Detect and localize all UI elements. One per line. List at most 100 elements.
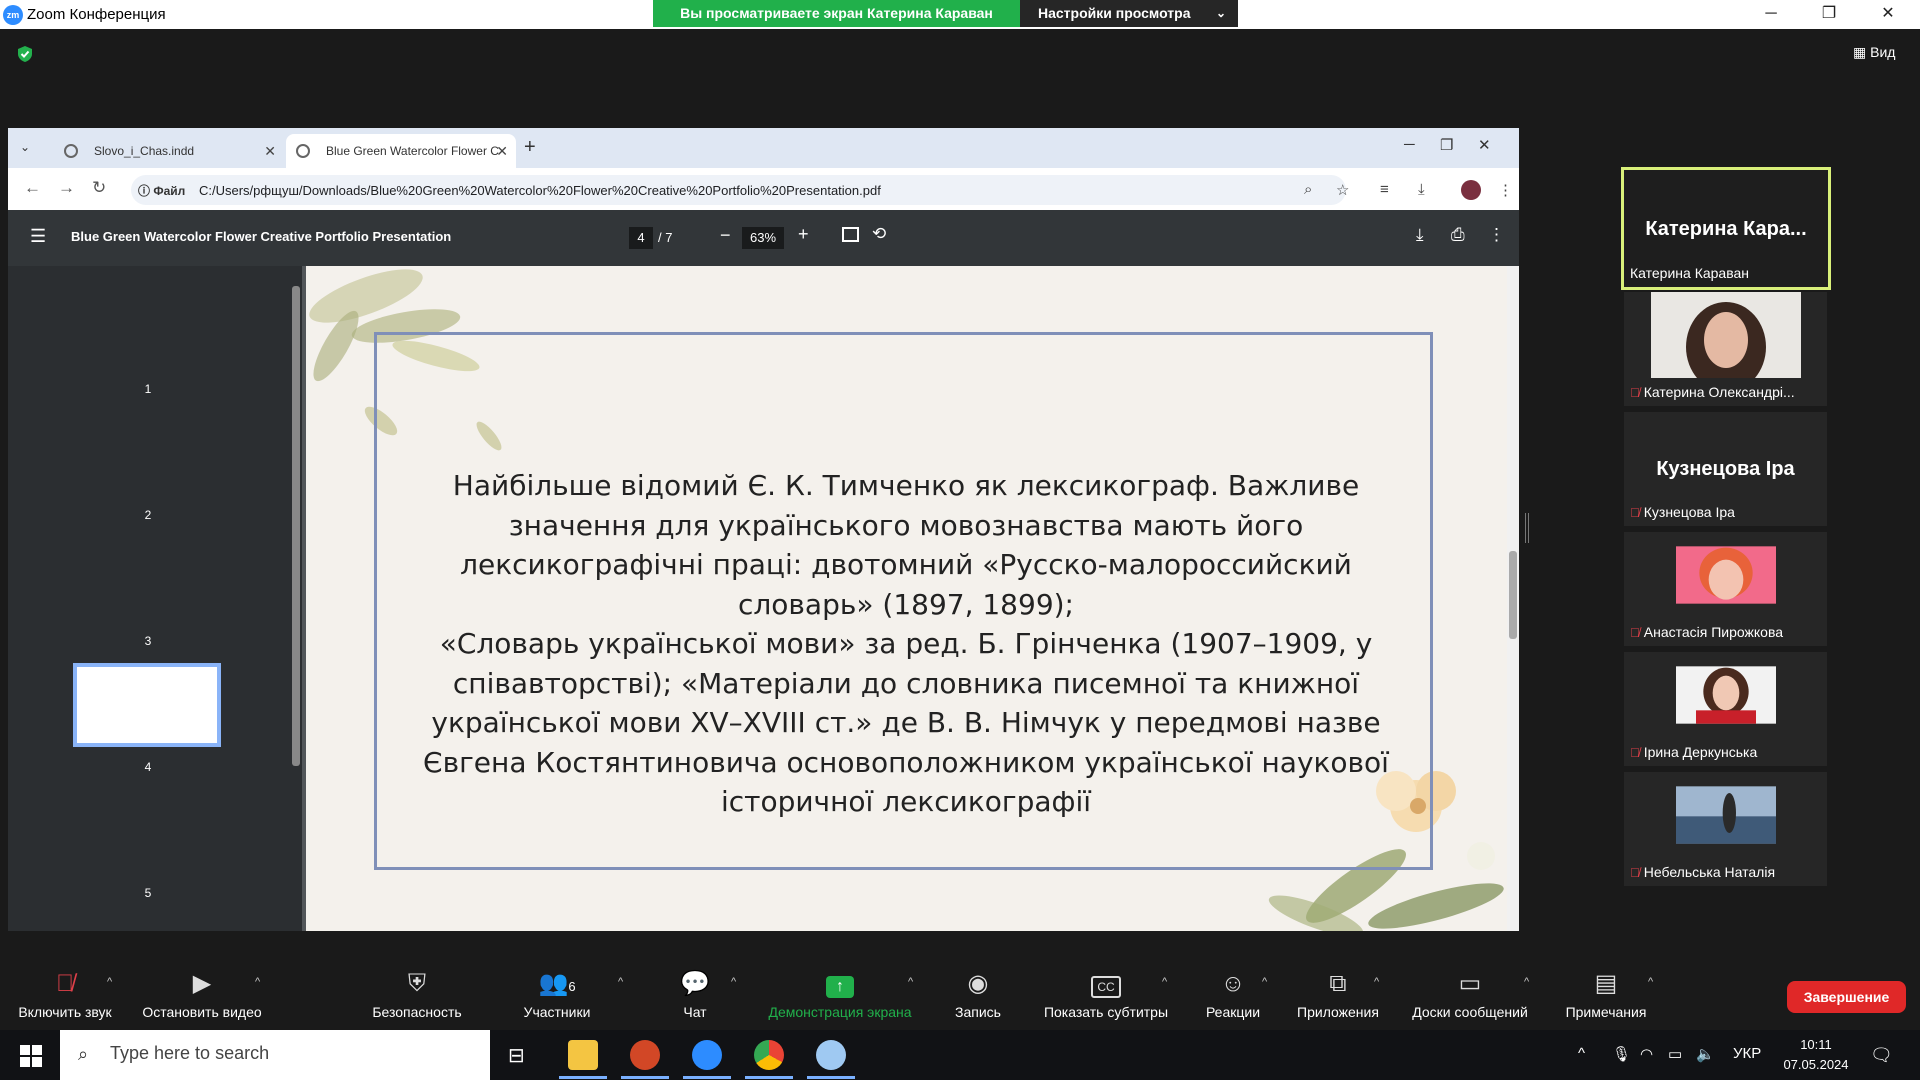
- zoom-level-input[interactable]: 63%: [742, 227, 784, 249]
- hamburger-menu-icon[interactable]: ☰: [30, 226, 46, 247]
- chat-button[interactable]: 💬 Чат: [670, 968, 720, 1020]
- chrome-icon[interactable]: [754, 1040, 784, 1070]
- zoom-out-icon[interactable]: −: [720, 225, 731, 246]
- battery-icon[interactable]: ▭: [1668, 1045, 1682, 1063]
- restore-icon[interactable]: ❐: [1806, 0, 1852, 29]
- tray-chevron-icon[interactable]: ^: [1578, 1045, 1585, 1062]
- close-icon[interactable]: ✕: [1865, 0, 1911, 29]
- whiteboards-caret-icon[interactable]: ^: [1524, 976, 1529, 988]
- browser-minimize-icon[interactable]: ─: [1404, 136, 1415, 153]
- unmute-button[interactable]: 🎙̸ Включить звук: [12, 968, 118, 1020]
- browser-menu-icon[interactable]: ⋮: [1498, 181, 1513, 199]
- thumbnail-page-5[interactable]: 5: [8, 886, 288, 900]
- file-explorer-icon[interactable]: [568, 1040, 598, 1070]
- browser-close-icon[interactable]: ✕: [1478, 136, 1491, 154]
- minimize-icon[interactable]: ─: [1748, 0, 1794, 29]
- profile-avatar[interactable]: [1461, 180, 1481, 200]
- microphone-tray-icon[interactable]: 🎙: [1612, 1045, 1631, 1063]
- tab-active-pdf[interactable]: Blue Green Watercolor Flower C ✕: [286, 134, 516, 168]
- windows-start-icon[interactable]: [20, 1045, 42, 1067]
- participant-tile[interactable]: 🎙̸ Катерина Олександрі...: [1624, 292, 1827, 406]
- downloads-icon[interactable]: ⤓: [1418, 181, 1425, 198]
- participant-tile[interactable]: Кузнецова Іра 🎙̸ Кузнецова Іра: [1624, 412, 1827, 526]
- captions-button[interactable]: CC Показать субтитры: [1038, 968, 1174, 1020]
- shield-icon: ⛨: [408, 970, 426, 997]
- security-button[interactable]: ⛨ Безопасность: [367, 968, 467, 1020]
- thumbnail-page-2[interactable]: 2: [8, 508, 288, 522]
- pdf-more-icon[interactable]: ⋮: [1488, 225, 1505, 245]
- notes-button[interactable]: ▤ Примечания: [1556, 968, 1656, 1020]
- task-view-icon[interactable]: ⊟: [508, 1043, 525, 1068]
- volume-icon[interactable]: 🔈: [1696, 1045, 1715, 1063]
- zoom-app-icon[interactable]: [692, 1040, 722, 1070]
- rotate-icon[interactable]: ⟲: [872, 224, 886, 244]
- url-text[interactable]: C:/Users/рфщуш/Downloads/Blue%20Green%20…: [199, 183, 881, 198]
- video-options-caret-icon[interactable]: ^: [255, 976, 260, 988]
- forward-arrow-icon[interactable]: →: [58, 178, 75, 198]
- fit-to-page-icon[interactable]: [842, 227, 859, 242]
- apps-caret-icon[interactable]: ^: [1374, 976, 1379, 988]
- close-tab-icon[interactable]: ✕: [496, 134, 508, 168]
- tab-search-chevron-icon[interactable]: ⌄: [20, 140, 30, 154]
- powerpoint-icon[interactable]: [630, 1040, 660, 1070]
- back-arrow-icon[interactable]: ←: [24, 178, 41, 198]
- notes-caret-icon[interactable]: ^: [1648, 976, 1653, 988]
- thumbnail-active-page[interactable]: [73, 663, 221, 747]
- participant-tile-active-speaker[interactable]: Катерина Кара... Катерина Караван: [1621, 167, 1831, 290]
- thumbnail-scrollbar[interactable]: [290, 266, 302, 931]
- wifi-icon[interactable]: ◠: [1640, 1045, 1653, 1063]
- record-button[interactable]: ◉ Запись: [950, 968, 1006, 1020]
- thumbnail-page-1[interactable]: 1: [8, 382, 288, 396]
- slide-line: співавторстві); «Матеріали до словника п…: [452, 666, 1360, 700]
- paint-app-icon[interactable]: [816, 1040, 846, 1070]
- bookmark-star-icon[interactable]: ☆: [1336, 181, 1349, 199]
- participant-label: Катерина Караван: [1630, 265, 1749, 281]
- input-language[interactable]: УКР: [1733, 1045, 1761, 1062]
- slide-line: історичної лексикографії: [720, 785, 1092, 818]
- thumbnail-page-3[interactable]: 3: [8, 634, 288, 648]
- close-tab-icon[interactable]: ✕: [264, 134, 276, 168]
- captions-caret-icon[interactable]: ^: [1162, 976, 1167, 988]
- view-settings-label: Настройки просмотра: [1038, 5, 1191, 21]
- notifications-icon[interactable]: 🗨: [1870, 1045, 1893, 1066]
- slide-line: «Словарь української мови» за ред. Б. Гр…: [439, 627, 1373, 660]
- participant-avatar-photo: [1675, 546, 1776, 604]
- participant-avatar-photo: [1675, 666, 1776, 724]
- page-scrollbar[interactable]: [1507, 266, 1519, 931]
- gallery-resize-handle[interactable]: [1525, 513, 1529, 543]
- reload-icon[interactable]: ↻: [92, 178, 106, 198]
- reactions-button[interactable]: ☺ Реакции: [1198, 968, 1268, 1020]
- page-number-input[interactable]: 4: [629, 227, 653, 249]
- reactions-caret-icon[interactable]: ^: [1262, 976, 1267, 988]
- print-icon[interactable]: ⎙: [1451, 225, 1465, 245]
- participants-button[interactable]: 👥6 Участники: [512, 968, 602, 1020]
- zoom-in-icon[interactable]: +: [798, 224, 809, 245]
- zoom-magnifier-icon[interactable]: ⌕: [1304, 181, 1312, 198]
- site-info-chip[interactable]: ⓘ Файл: [138, 182, 185, 199]
- participant-tile[interactable]: 🎙̸ Анастасія Пирожкова: [1624, 532, 1827, 646]
- mic-muted-icon: 🎙̸: [1630, 385, 1640, 400]
- thumbnail-page-4[interactable]: 4: [8, 760, 288, 774]
- participants-caret-icon[interactable]: ^: [618, 976, 623, 988]
- stop-video-button[interactable]: ▶ Остановить видео: [137, 968, 267, 1020]
- audio-options-caret-icon[interactable]: ^: [107, 976, 112, 988]
- taskbar-clock[interactable]: 10:11 07.05.2024: [1776, 1035, 1856, 1075]
- pdf-download-icon[interactable]: ⤓: [1416, 225, 1424, 245]
- whiteboards-button[interactable]: ▭ Доски сообщений: [1404, 968, 1536, 1020]
- browser-restore-icon[interactable]: ❐: [1440, 136, 1453, 154]
- encryption-shield-icon[interactable]: [16, 45, 34, 63]
- pdf-slide: Найбільше відомий Є. К. Тимченко як лекс…: [306, 266, 1507, 931]
- end-meeting-button[interactable]: Завершение: [1787, 981, 1906, 1013]
- tab-slovo-i-chas[interactable]: Slovo_i_Chas.indd ✕: [54, 134, 284, 168]
- apps-button[interactable]: ⧉ Приложения: [1290, 968, 1386, 1020]
- participant-tile[interactable]: 🎙̸ Ірина Деркунська: [1624, 652, 1827, 766]
- participant-tile[interactable]: 🎙̸ Небельська Наталія: [1624, 772, 1827, 886]
- grid-icon: ▦: [1853, 44, 1871, 60]
- share-caret-icon[interactable]: ^: [908, 976, 913, 988]
- new-tab-plus-icon[interactable]: +: [524, 136, 536, 159]
- chat-caret-icon[interactable]: ^: [731, 976, 736, 988]
- view-settings-dropdown[interactable]: Настройки просмотра ⌄: [1020, 0, 1238, 27]
- share-screen-button[interactable]: ↑ Демонстрация экрана: [758, 968, 922, 1020]
- view-button[interactable]: ▦ Вид: [1853, 44, 1895, 61]
- reading-list-icon[interactable]: ≡: [1380, 181, 1389, 198]
